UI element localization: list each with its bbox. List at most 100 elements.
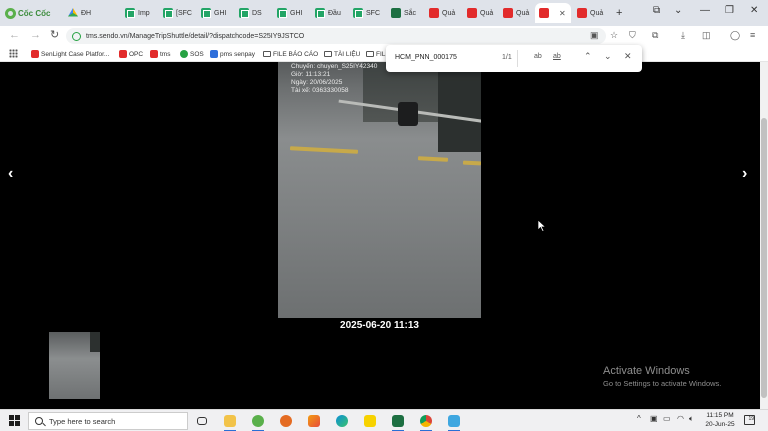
sheets-icon (163, 8, 173, 18)
menu-icon[interactable]: ≡ (750, 30, 755, 41)
restore-icon[interactable]: ❐ (725, 5, 734, 16)
taskbar-app[interactable] (278, 413, 294, 429)
reader-mode-icon[interactable]: ▣ (590, 30, 599, 41)
bookmark-folder[interactable]: FILE BÁO CÁO (263, 48, 318, 60)
sidebar-icon[interactable]: ◫ (702, 30, 711, 41)
coccoc-logo-icon (252, 415, 264, 427)
sheets-icon (239, 8, 249, 18)
sheets-icon (315, 8, 325, 18)
excel-icon (392, 415, 404, 427)
bookmark-item[interactable]: SenLight Case Platfor... (31, 48, 109, 60)
tab[interactable]: GHI (273, 3, 311, 23)
bookmark-label: FIL (376, 50, 386, 58)
sendo-icon (467, 8, 477, 18)
tab[interactable]: SFC (349, 3, 387, 23)
tab[interactable]: Quả (425, 3, 463, 23)
bookmark-label: TÀI LIỆU (334, 50, 361, 58)
profile-icon[interactable]: ◯ (730, 30, 740, 41)
scrollbar[interactable] (760, 62, 768, 409)
taskbar-excel[interactable] (390, 413, 406, 431)
reload-icon[interactable]: ↻ (50, 29, 59, 42)
battery-icon[interactable]: ▭ (663, 414, 671, 423)
next-photo-button[interactable]: › (742, 165, 747, 183)
tab[interactable]: Imp (121, 3, 159, 23)
app-icon (308, 415, 320, 427)
task-view-button[interactable] (194, 413, 210, 429)
taskbar-search[interactable]: Type here to search (28, 412, 188, 430)
find-input[interactable]: HCM_PNN_000175 (395, 54, 457, 61)
find-match-count: 1/1 (502, 54, 512, 61)
notification-center-button[interactable]: 19 (744, 415, 755, 425)
tab[interactable]: [SFC (159, 3, 197, 23)
tab-search-icon[interactable]: ⧉ (653, 5, 660, 16)
bookmark-item[interactable]: pms senpay (210, 48, 255, 60)
tray-app-icon[interactable]: ▣ (650, 414, 658, 423)
download-icon[interactable]: ⤓ (681, 30, 685, 41)
sendo-icon (539, 8, 549, 18)
taskbar-app[interactable] (446, 413, 462, 431)
tab[interactable]: ĐH (64, 3, 102, 23)
whole-word-button[interactable]: ab (553, 53, 561, 60)
taskbar-coccoc[interactable] (250, 413, 266, 431)
new-tab-button[interactable]: + (612, 3, 628, 23)
coccoc-logo-icon (5, 7, 16, 19)
road-marking (417, 156, 449, 162)
blue-p-icon (210, 50, 218, 58)
tab[interactable]: Quả (499, 3, 535, 23)
close-window-icon[interactable]: ✕ (750, 5, 758, 16)
minimize-icon[interactable]: — (700, 5, 710, 16)
task-view-icon (197, 417, 207, 425)
address-bar[interactable]: tms.sendo.vn/ManageTripShuttle/detail/?d… (66, 28, 606, 44)
bookmark-item[interactable]: OPC (119, 48, 143, 60)
system-clock[interactable]: 11:15 PM 20-Jun-25 (702, 411, 738, 429)
tab[interactable]: Quả (463, 3, 501, 23)
find-previous-icon[interactable]: ⌃ (584, 51, 592, 62)
match-case-button[interactable]: ab (534, 53, 542, 60)
forward-icon[interactable]: → (30, 29, 41, 42)
chevron-down-icon[interactable]: ⌄ (674, 5, 682, 16)
tab[interactable]: Sắc (387, 3, 425, 23)
sendo-icon (429, 8, 439, 18)
tab[interactable]: Quả (573, 3, 609, 23)
clock-time: 11:15 PM (706, 412, 734, 419)
bookmark-folder[interactable]: TÀI LIỆU (324, 48, 360, 60)
bookmark-folder[interactable]: FIL (366, 48, 385, 60)
chrome-icon (420, 415, 432, 427)
bookmark-item[interactable]: tms (150, 48, 170, 60)
folder-icon (263, 51, 271, 57)
tab-active[interactable]: ✕ (535, 3, 571, 23)
bookmark-star-icon[interactable]: ☆ (610, 30, 618, 41)
volume-icon[interactable]: 🔈︎ (689, 414, 694, 424)
tab[interactable]: DS (235, 3, 273, 23)
extensions-icon[interactable]: ⧉ (652, 30, 658, 41)
sendo-icon (119, 50, 127, 58)
clock-date: 20-Jun-25 (705, 421, 735, 428)
apps-grid-icon[interactable] (9, 49, 18, 58)
close-tab-icon[interactable]: ✕ (559, 9, 566, 18)
bookmark-item[interactable]: SOS (180, 48, 204, 60)
taskbar-sticky-notes[interactable] (362, 413, 378, 429)
taskbar-app[interactable] (306, 413, 322, 429)
photo-thumbnail[interactable] (49, 332, 100, 399)
find-next-icon[interactable]: ⌄ (604, 51, 612, 62)
scrollbar-thumb[interactable] (761, 118, 767, 398)
taskbar-chrome[interactable] (418, 413, 434, 431)
taskbar-edge[interactable] (334, 413, 350, 429)
tab-label: SFC (366, 9, 380, 17)
browser-brand[interactable]: Cốc Cốc (5, 6, 50, 20)
url-text[interactable]: tms.sendo.vn/ManageTripShuttle/detail/?d… (86, 33, 304, 40)
tab-label: DS (252, 9, 262, 17)
tab[interactable]: Đầu (311, 3, 349, 23)
start-button[interactable] (9, 415, 20, 426)
tab[interactable]: GHI (197, 3, 235, 23)
tab-label: Sắc (404, 9, 417, 17)
taskbar-file-explorer[interactable] (222, 413, 238, 431)
wifi-icon[interactable]: ◠ (677, 414, 684, 423)
chevron-up-icon[interactable]: ^ (637, 414, 641, 423)
shield-icon[interactable]: ⛉ (629, 30, 636, 41)
back-icon[interactable]: ← (9, 29, 20, 42)
windows-logo-icon (9, 415, 14, 420)
prev-photo-button[interactable]: ‹ (8, 165, 13, 183)
find-close-icon[interactable]: ✕ (624, 51, 632, 62)
site-info-icon[interactable] (72, 31, 81, 41)
